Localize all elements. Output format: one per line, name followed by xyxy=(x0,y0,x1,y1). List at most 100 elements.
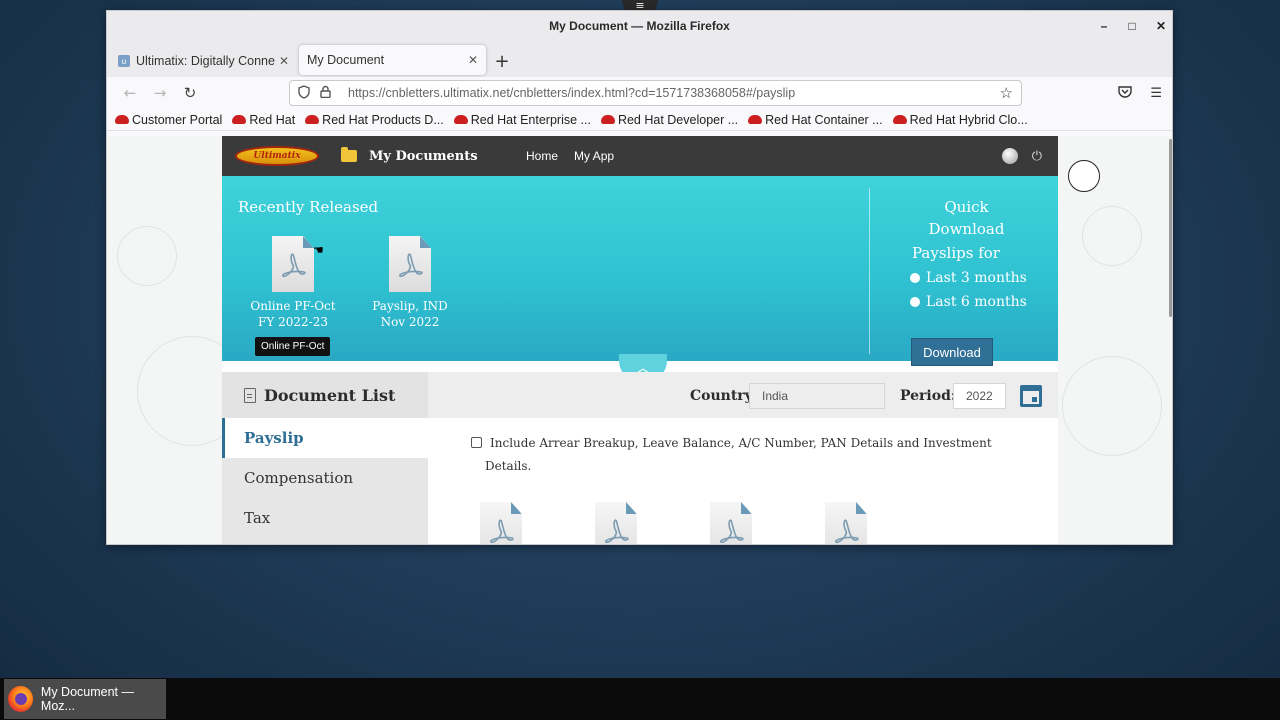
tab-close-icon[interactable]: ✕ xyxy=(468,53,478,67)
payslip-doc[interactable] xyxy=(595,502,637,544)
navigation-bar: ← → ↻ https://cnbletters.ultimatix.net/c… xyxy=(107,77,1172,109)
radio-button[interactable] xyxy=(910,297,920,307)
background-decoration xyxy=(1062,356,1162,456)
url-bar[interactable]: https://cnbletters.ultimatix.net/cnblett… xyxy=(289,80,1022,106)
ultimatix-logo[interactable]: Ultimatix xyxy=(235,146,319,166)
document-category-menu: Payslip Compensation Tax xyxy=(222,418,428,544)
arrear-label-cont: Details. xyxy=(485,459,532,473)
maximize-button[interactable]: □ xyxy=(1128,19,1136,33)
redhat-icon xyxy=(600,115,615,124)
redhat-icon xyxy=(305,115,320,124)
minimize-button[interactable]: – xyxy=(1100,19,1108,33)
my-documents-app: Ultimatix My Documents Home My App ⏻ Rec… xyxy=(222,136,1058,544)
recently-released-title: Recently Released xyxy=(238,198,379,216)
quick-download-panel: Quick Download Payslips for Last 3 month… xyxy=(904,196,1044,310)
quick-download-title: Quick Download xyxy=(928,198,1005,238)
window-title: My Document — Mozilla Firefox xyxy=(549,19,730,33)
bookmark-item[interactable]: Customer Portal xyxy=(115,113,222,127)
recently-released-banner: Recently Released Online PF-Oct FY 2022-… xyxy=(222,176,1058,384)
avatar[interactable] xyxy=(1001,148,1018,164)
app-title: My Documents xyxy=(369,148,478,164)
payslip-doc[interactable] xyxy=(825,502,867,544)
payslip-doc[interactable] xyxy=(480,502,522,544)
pdf-icon xyxy=(825,502,867,544)
bookmark-item[interactable]: Red Hat Developer ... xyxy=(600,113,738,127)
redhat-icon xyxy=(892,115,907,124)
hand-pointer-icon: ☚ xyxy=(313,243,324,257)
radio-last-3-months[interactable]: Last 3 months xyxy=(910,270,1044,286)
document-icon xyxy=(244,387,256,403)
bookmark-item[interactable]: Red Hat Hybrid Clo... xyxy=(892,113,1028,127)
firefox-icon xyxy=(8,686,33,712)
document-list-title: Document List xyxy=(222,372,428,418)
menu-item-payslip[interactable]: Payslip xyxy=(222,418,428,458)
url-text: https://cnbletters.ultimatix.net/cnblett… xyxy=(348,86,796,100)
page-content: Ultimatix My Documents Home My App ⏻ Rec… xyxy=(107,136,1172,544)
pdf-icon xyxy=(389,236,431,292)
country-field[interactable]: India xyxy=(749,383,885,409)
background-decoration xyxy=(117,226,177,286)
period-field[interactable]: 2022 xyxy=(953,383,1006,409)
tab-close-icon[interactable]: ✕ xyxy=(279,54,289,68)
quick-download-subtitle: Payslips for xyxy=(912,244,1000,262)
bookmark-star-icon[interactable]: ☆ xyxy=(1000,84,1013,102)
divider xyxy=(869,188,870,354)
tab-my-document[interactable]: My Document ✕ xyxy=(299,45,486,75)
document-list-header: Document List Country India Period: 2022 xyxy=(222,372,1058,418)
arrear-label: Include Arrear Breakup, Leave Balance, A… xyxy=(490,436,992,450)
power-icon[interactable]: ⏻ xyxy=(1032,148,1042,164)
payslip-doc[interactable] xyxy=(710,502,752,544)
pdf-icon xyxy=(710,502,752,544)
tab-label: My Document xyxy=(307,53,385,67)
bookmark-item[interactable]: Red Hat xyxy=(232,113,295,127)
menu-icon[interactable]: ☰ xyxy=(1150,86,1162,101)
redhat-icon xyxy=(453,115,468,124)
cursor-indicator xyxy=(1068,160,1100,192)
recent-doc-payslip[interactable]: Payslip, IND Nov 2022 xyxy=(360,236,460,330)
recent-doc-pf[interactable]: Online PF-Oct FY 2022-23 xyxy=(243,236,343,330)
pocket-icon[interactable] xyxy=(1118,85,1133,102)
recent-doc-line1: Online PF-Oct xyxy=(250,299,336,313)
radio-last-6-months[interactable]: Last 6 months xyxy=(910,294,1044,310)
lock-icon[interactable] xyxy=(320,85,338,101)
nav-home-link[interactable]: Home xyxy=(526,149,558,163)
bookmark-item[interactable]: Red Hat Container ... xyxy=(748,113,883,127)
tab-ultimatix[interactable]: u Ultimatix: Digitally Conne ✕ xyxy=(110,45,297,77)
redhat-icon xyxy=(232,115,247,124)
forward-button[interactable]: → xyxy=(145,84,175,102)
country-label: Country xyxy=(690,388,753,404)
recent-doc-line2: Nov 2022 xyxy=(380,315,440,329)
redhat-icon xyxy=(748,115,763,124)
menu-item-compensation[interactable]: Compensation xyxy=(222,458,428,498)
calendar-icon[interactable] xyxy=(1020,385,1042,407)
reload-button[interactable]: ↻ xyxy=(175,84,205,102)
tab-label: Ultimatix: Digitally Conne xyxy=(136,54,275,68)
close-button[interactable]: ✕ xyxy=(1156,19,1166,33)
app-header: Ultimatix My Documents Home My App ⏻ xyxy=(222,136,1058,176)
background-decoration xyxy=(1082,206,1142,266)
bookmarks-bar: Customer Portal Red Hat Red Hat Products… xyxy=(107,109,1172,131)
taskbar: My Document — Moz... xyxy=(0,678,1280,720)
bookmark-item[interactable]: Red Hat Enterprise ... xyxy=(453,113,591,127)
pdf-icon xyxy=(595,502,637,544)
include-arrear-option: Include Arrear Breakup, Leave Balance, A… xyxy=(471,432,1011,478)
back-button[interactable]: ← xyxy=(115,84,145,102)
page-scrollbar[interactable] xyxy=(1169,139,1172,317)
nav-my-app-link[interactable]: My App xyxy=(574,149,614,163)
period-label: Period: xyxy=(900,388,957,404)
download-button[interactable]: Download xyxy=(911,338,993,366)
pdf-icon xyxy=(480,502,522,544)
recent-doc-line1: Payslip, IND xyxy=(372,299,448,313)
taskbar-item-firefox[interactable]: My Document — Moz... xyxy=(4,679,166,719)
bookmark-item[interactable]: Red Hat Products D... xyxy=(305,113,444,127)
new-tab-button[interactable]: + xyxy=(488,45,516,77)
pdf-icon xyxy=(272,236,314,292)
arrear-checkbox[interactable] xyxy=(471,437,482,448)
menu-item-tax[interactable]: Tax xyxy=(222,498,428,538)
recent-doc-line2: FY 2022-23 xyxy=(258,315,328,329)
title-bar: My Document — Mozilla Firefox – □ ✕ xyxy=(107,11,1172,41)
radio-button[interactable] xyxy=(910,273,920,283)
folder-icon xyxy=(341,147,357,162)
shield-icon[interactable] xyxy=(298,84,316,102)
ultimatix-favicon-icon: u xyxy=(118,55,130,67)
